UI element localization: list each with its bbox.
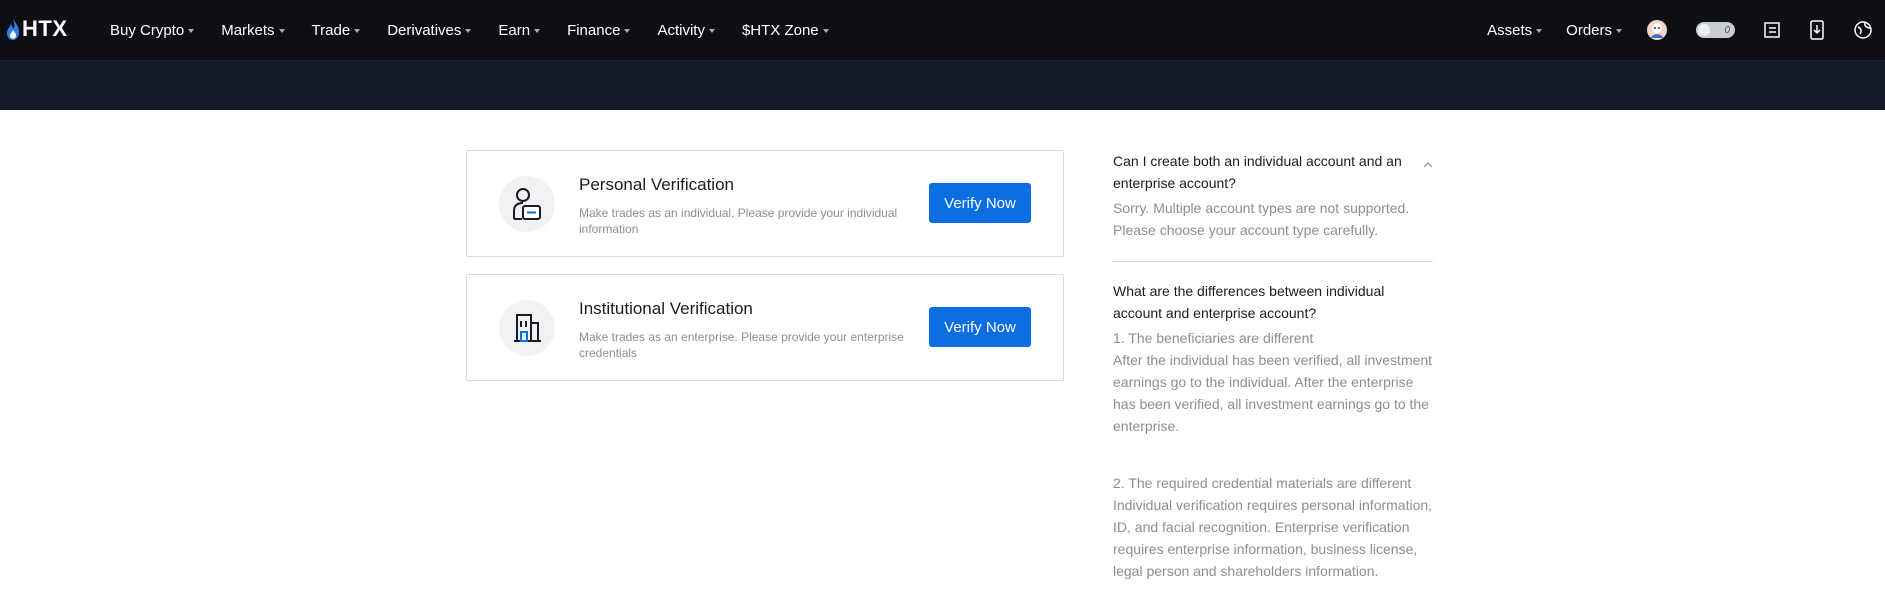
nav-right: Assets Orders 0 [1487, 0, 1885, 60]
chevron-down-icon [354, 29, 361, 33]
chevron-down-icon [1616, 29, 1622, 33]
nav-trade[interactable]: Trade [312, 22, 361, 39]
faq-question: What are the differences between individ… [1113, 283, 1385, 321]
chevron-up-icon[interactable] [1423, 162, 1433, 168]
personal-avatar [499, 176, 555, 232]
person-id-icon [513, 188, 541, 220]
faq-answer-point-title: 2. The required credential materials are… [1113, 475, 1412, 491]
nav-activity[interactable]: Activity [657, 22, 715, 39]
nav-buy-crypto[interactable]: Buy Crypto [110, 22, 195, 39]
chevron-down-icon [822, 29, 829, 33]
download-button[interactable] [1809, 18, 1825, 42]
card-title: Institutional Verification [579, 299, 753, 318]
order-list-icon [1764, 22, 1780, 38]
chevron-down-icon [465, 29, 472, 33]
order-list-button[interactable] [1763, 18, 1781, 42]
download-icon [1810, 20, 1824, 40]
faq-divider [1113, 261, 1433, 262]
faq-question: Can I create both an individual account … [1113, 153, 1402, 191]
chevron-down-icon [188, 29, 195, 33]
htx-logo[interactable]: HTX [6, 15, 68, 43]
toggle-icon: 0 [1696, 22, 1735, 38]
faq-answer: 1. The beneficiaries are different After… [1113, 327, 1433, 582]
card-description: Make trades as an enterprise. Please pro… [579, 330, 904, 360]
top-navigation: HTX Buy Crypto Markets Trade Derivatives… [0, 0, 1885, 61]
nav-orders[interactable]: Orders [1566, 22, 1622, 39]
personal-verification-card: Personal Verification Make trades as an … [466, 150, 1064, 257]
nav-assets[interactable]: Assets [1487, 22, 1543, 39]
header-banner [0, 61, 1885, 110]
chevron-down-icon [534, 29, 541, 33]
faq-panel: Can I create both an individual account … [1113, 150, 1433, 582]
faq-item[interactable]: Can I create both an individual account … [1113, 150, 1433, 241]
chevron-down-icon [708, 29, 715, 33]
institutional-avatar [499, 300, 555, 356]
faq-answer-point-body: After the individual has been verified, … [1113, 352, 1433, 434]
institutional-verify-now-button[interactable]: Verify Now [929, 307, 1031, 347]
avatar-icon [1647, 20, 1667, 40]
personal-verify-now-button[interactable]: Verify Now [929, 183, 1031, 223]
nav-derivatives[interactable]: Derivatives [387, 22, 472, 39]
nav-finance[interactable]: Finance [567, 22, 631, 39]
faq-answer: Sorry. Multiple account types are not su… [1113, 200, 1410, 238]
card-description: Make trades as an individual. Please pro… [579, 206, 898, 236]
chevron-down-icon [624, 29, 631, 33]
mode-toggle[interactable]: 0 [1696, 18, 1735, 42]
brand-name: HTX [22, 16, 68, 41]
card-title: Personal Verification [579, 175, 734, 194]
main-nav: Buy Crypto Markets Trade Derivatives Ear… [110, 0, 856, 60]
faq-answer-point-title: 1. The beneficiaries are different [1113, 330, 1314, 346]
building-icon [514, 314, 541, 342]
toggle-value: 0 [1724, 24, 1730, 36]
nav-markets[interactable]: Markets [221, 22, 285, 39]
language-button[interactable] [1853, 18, 1873, 42]
institutional-verification-card: Institutional Verification Make trades a… [466, 274, 1064, 381]
chevron-down-icon [1536, 29, 1543, 33]
user-avatar-button[interactable] [1646, 18, 1668, 42]
nav-earn[interactable]: Earn [498, 22, 541, 39]
globe-icon [1854, 21, 1872, 39]
nav-htx-zone[interactable]: $HTX Zone [742, 22, 829, 39]
faq-answer-point-body: Individual verification requires persona… [1113, 497, 1433, 579]
chevron-down-icon [278, 29, 285, 33]
flame-logo-icon [7, 18, 19, 40]
faq-item[interactable]: What are the differences between individ… [1113, 280, 1433, 582]
